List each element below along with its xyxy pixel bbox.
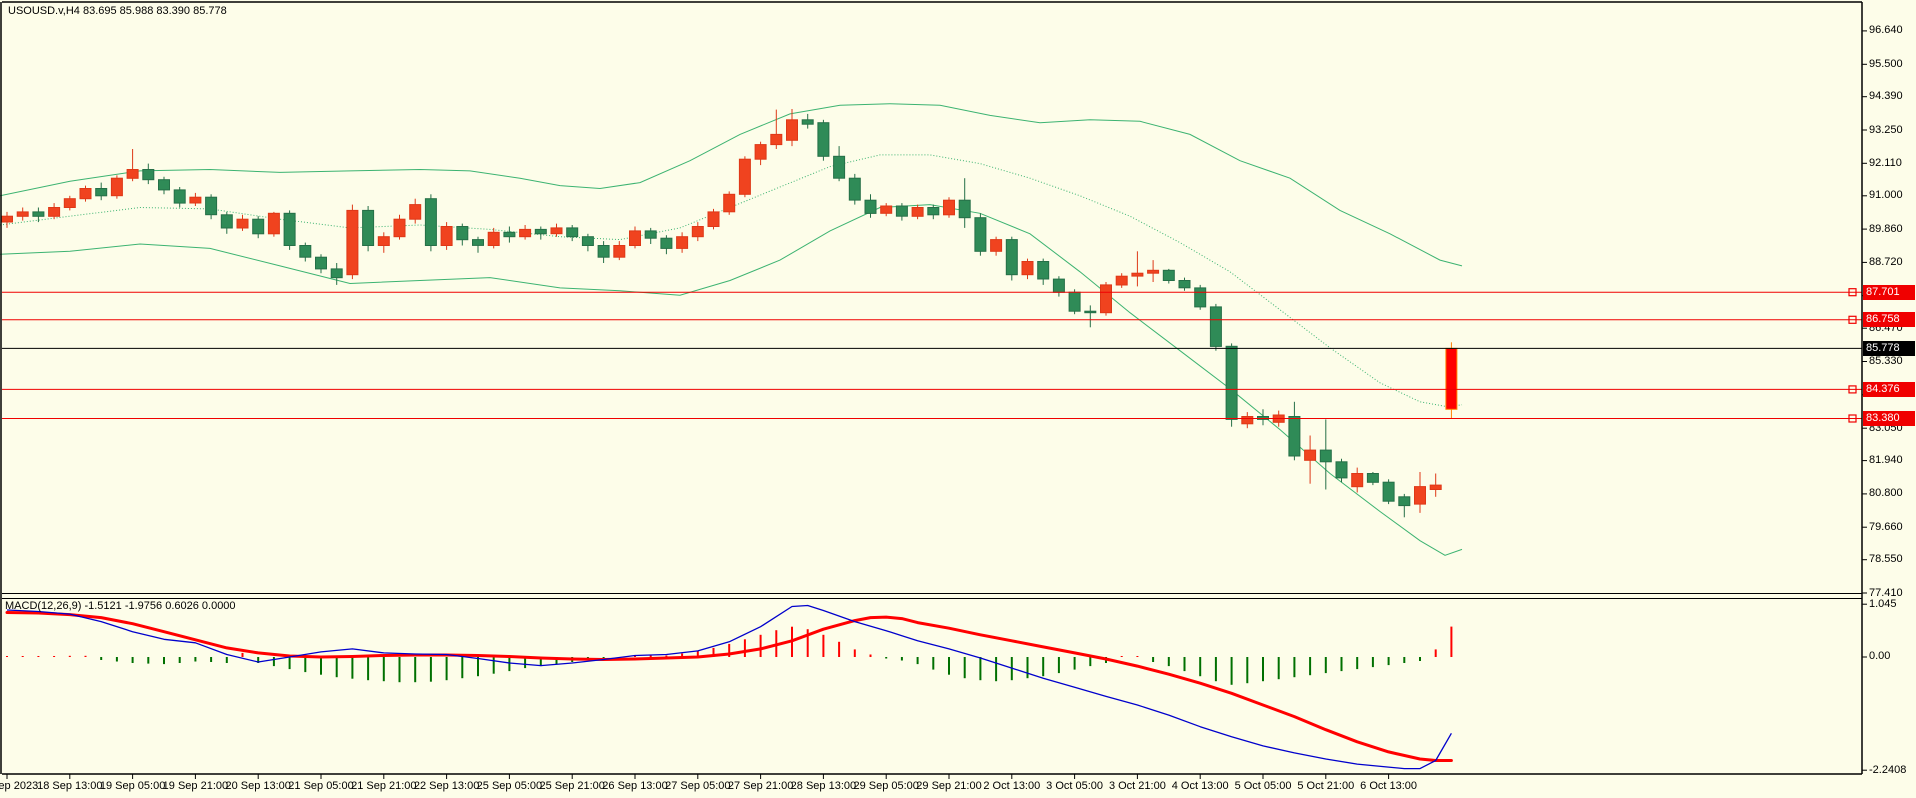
price-axis-tick-label: 95.500 xyxy=(1869,57,1903,72)
time-axis-tick-label: 21 Sep 21:00 xyxy=(351,779,416,794)
time-axis-tick-label: 20 Sep 13:00 xyxy=(225,779,290,794)
price-axis-tick-label: 89.860 xyxy=(1869,222,1903,237)
price-line-badge: 86.758 xyxy=(1863,312,1915,327)
time-axis-tick-label: 5 Oct 21:00 xyxy=(1297,779,1354,794)
price-axis-tick-label: 94.390 xyxy=(1869,89,1903,104)
price-axis-tick-label: 91.000 xyxy=(1869,188,1903,203)
time-axis-tick-label: 19 Sep 05:00 xyxy=(100,779,165,794)
time-axis-tick-label: 26 Sep 13:00 xyxy=(602,779,667,794)
macd-axis-tick-label: 0.00 xyxy=(1869,649,1890,664)
time-axis-tick-label: 29 Sep 21:00 xyxy=(916,779,981,794)
time-axis-tick-label: 28 Sep 13:00 xyxy=(791,779,856,794)
macd-pane[interactable] xyxy=(2,598,1862,774)
price-line-badge: 87.701 xyxy=(1863,285,1915,300)
price-axis-tick-label: 92.110 xyxy=(1869,156,1902,171)
time-axis-tick-label: 4 Oct 13:00 xyxy=(1172,779,1229,794)
time-axis-tick-label: 27 Sep 05:00 xyxy=(665,779,730,794)
time-axis-tick-label: 2 Oct 13:00 xyxy=(983,779,1040,794)
chart-title: USOUSD.v,H4 83.695 85.988 83.390 85.778 xyxy=(8,5,227,17)
price-axis-tick-label: 80.800 xyxy=(1869,486,1903,501)
time-axis-tick-label: 15 Sep 2023 xyxy=(0,779,38,794)
time-axis-tick-label: 3 Oct 05:00 xyxy=(1046,779,1103,794)
price-axis-tick-label: 85.330 xyxy=(1869,354,1903,369)
macd-axis-tick-label: 1.045 xyxy=(1869,597,1897,612)
macd-indicator-label: MACD(12,26,9) -1.5121 -1.9756 0.6026 0.0… xyxy=(5,600,236,612)
price-axis-tick-label: 78.550 xyxy=(1869,552,1903,567)
price-line-badge: 84.376 xyxy=(1863,382,1915,397)
chart-window: USOUSD.v,H4 83.695 85.988 83.390 85.778 … xyxy=(0,0,1916,798)
time-axis-tick-label: 18 Sep 13:00 xyxy=(37,779,102,794)
macd-axis-tick-label: -2.2408 xyxy=(1869,763,1906,778)
time-axis-tick-label: 3 Oct 21:00 xyxy=(1109,779,1166,794)
price-line-badge: 83.380 xyxy=(1863,411,1915,426)
time-axis-tick-label: 27 Sep 21:00 xyxy=(728,779,793,794)
price-axis-tick-label: 96.640 xyxy=(1869,23,1903,38)
price-axis-tick-label: 93.250 xyxy=(1869,123,1903,138)
time-axis-tick-label: 6 Oct 13:00 xyxy=(1360,779,1417,794)
price-axis-tick-label: 88.720 xyxy=(1869,255,1903,270)
price-axis-tick-label: 81.940 xyxy=(1869,453,1903,468)
time-axis-tick-label: 19 Sep 21:00 xyxy=(163,779,228,794)
time-axis-tick-label: 5 Oct 05:00 xyxy=(1235,779,1292,794)
price-axis-tick-label: 79.660 xyxy=(1869,520,1903,535)
main-chart-pane[interactable] xyxy=(2,2,1862,593)
time-axis-tick-label: 29 Sep 05:00 xyxy=(853,779,918,794)
time-axis-tick-label: 22 Sep 13:00 xyxy=(414,779,479,794)
time-axis-tick-label: 25 Sep 21:00 xyxy=(539,779,604,794)
current-price-badge: 85.778 xyxy=(1863,341,1915,356)
time-axis-tick-label: 21 Sep 05:00 xyxy=(288,779,353,794)
time-axis-tick-label: 25 Sep 05:00 xyxy=(477,779,542,794)
